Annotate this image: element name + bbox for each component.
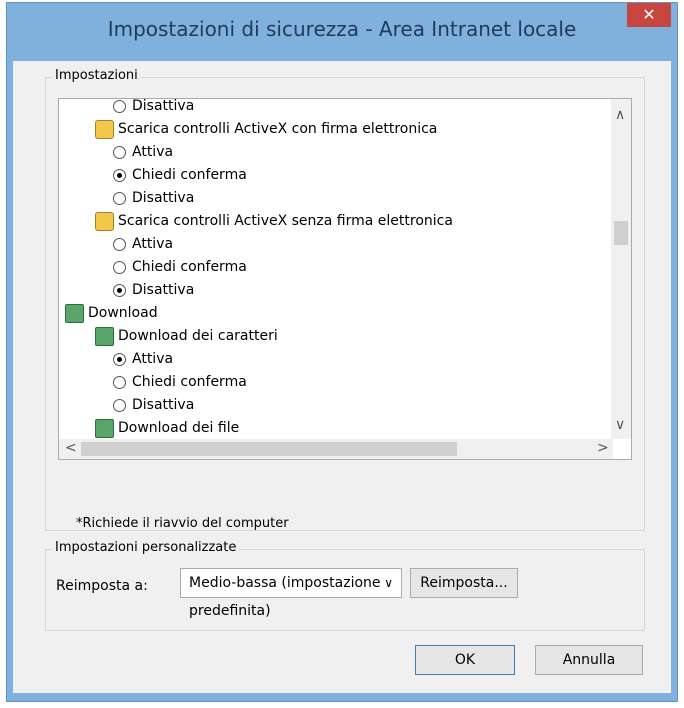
custom-settings-label: Impostazioni personalizzate: [52, 540, 240, 555]
tree-item-label: Chiedi conferma: [132, 167, 247, 183]
tree-item-label: Disattiva: [132, 190, 195, 206]
scroll-down-icon[interactable]: ∨: [615, 417, 625, 433]
radio-button-icon[interactable]: [113, 375, 126, 389]
shield-icon: [95, 119, 114, 139]
security-level-select[interactable]: Medio-bassa (impostazione predefinita) ∨: [180, 568, 402, 619]
tree-item-label: Attiva: [132, 351, 174, 367]
radio-button-icon[interactable]: [113, 99, 126, 113]
restart-note: *Richiede il riavvio del computer: [76, 516, 289, 531]
vertical-scroll-thumb[interactable]: [614, 221, 628, 245]
tree-item-label: Download: [88, 305, 158, 321]
radio-button-icon[interactable]: [113, 168, 126, 182]
radio-button-icon[interactable]: [113, 237, 126, 251]
radio-option[interactable]: Chiedi conferma: [113, 164, 247, 186]
radio-option[interactable]: Disattiva: [113, 98, 195, 117]
cancel-button[interactable]: Annulla: [535, 645, 643, 675]
radio-option[interactable]: Disattiva: [113, 187, 194, 209]
tree-item-label: Download dei caratteri: [118, 328, 278, 344]
dialog-client: Impostazioni Disattiva Scarica controlli …: [13, 61, 671, 693]
horizontal-scroll-thumb[interactable]: [81, 442, 457, 456]
settings-group: Impostazioni Disattiva Scarica controlli …: [45, 68, 645, 531]
reset-to-label: Reimposta a:: [56, 578, 148, 594]
vertical-scrollbar[interactable]: ∧ ∨: [611, 99, 631, 439]
radio-button-icon[interactable]: [113, 352, 126, 366]
scroll-left-icon[interactable]: <: [65, 440, 77, 456]
tree-item-label: Scarica controlli ActiveX senza firma el…: [118, 213, 453, 229]
scroll-up-icon[interactable]: ∧: [615, 107, 625, 123]
horizontal-scrollbar[interactable]: < >: [59, 439, 613, 459]
ok-button[interactable]: OK: [415, 645, 515, 675]
tree-item-label: Attiva: [132, 236, 174, 252]
radio-option[interactable]: Disattiva: [113, 279, 194, 301]
chevron-down-icon: ∨: [384, 576, 393, 590]
window-title: Impostazioni di sicurezza - Area Intrane…: [107, 17, 577, 41]
shield-icon: [95, 211, 114, 231]
radio-button-icon[interactable]: [113, 283, 126, 297]
radio-option[interactable]: Chiedi conferma: [113, 371, 247, 393]
tree-node[interactable]: Download: [65, 302, 158, 324]
tree-node[interactable]: Scarica controlli ActiveX con firma elet…: [95, 118, 437, 140]
tree-node[interactable]: Download dei caratteri: [95, 325, 278, 347]
radio-button-icon[interactable]: [113, 191, 126, 205]
radio-button-icon[interactable]: [113, 260, 126, 274]
tree-item-label: Chiedi conferma: [132, 259, 247, 275]
reset-button[interactable]: Reimposta...: [410, 568, 518, 598]
tree-item-label: Disattiva: [132, 397, 195, 413]
radio-button-icon[interactable]: [113, 398, 126, 412]
radio-option[interactable]: Disattiva: [113, 394, 194, 416]
radio-option[interactable]: Attiva: [113, 348, 173, 370]
tree-node[interactable]: Scarica controlli ActiveX senza firma el…: [95, 210, 453, 232]
scroll-right-icon[interactable]: >: [597, 440, 609, 456]
radio-option[interactable]: Attiva: [113, 233, 173, 255]
tree-item-label: Scarica controlli ActiveX con firma elet…: [118, 121, 438, 137]
tree-item-label: Disattiva: [132, 282, 195, 298]
dialog-window: Impostazioni di sicurezza - Area Intrane…: [6, 2, 678, 702]
tree-item-label: Chiedi conferma: [132, 374, 247, 390]
download-icon: [65, 303, 84, 323]
custom-settings-group: Impostazioni personalizzate Reimposta a:…: [45, 540, 645, 631]
title-bar: Impostazioni di sicurezza - Area Intrane…: [7, 3, 677, 61]
radio-button-icon[interactable]: [113, 145, 126, 159]
download-icon: [95, 418, 114, 438]
tree-item-label: Disattiva: [132, 98, 195, 114]
tree-item-label: Attiva: [132, 144, 174, 160]
tree-item-label: Download dei file: [118, 420, 240, 436]
settings-tree[interactable]: Disattiva Scarica controlli ActiveX con f…: [58, 98, 632, 460]
tree-node[interactable]: Download dei file: [95, 417, 239, 439]
security-level-value: Medio-bassa (impostazione predefinita): [189, 575, 381, 619]
radio-option[interactable]: Attiva: [113, 141, 173, 163]
download-icon: [95, 326, 114, 346]
radio-option[interactable]: Chiedi conferma: [113, 256, 247, 278]
close-button[interactable]: ✕: [627, 3, 671, 27]
settings-group-label: Impostazioni: [52, 68, 141, 83]
